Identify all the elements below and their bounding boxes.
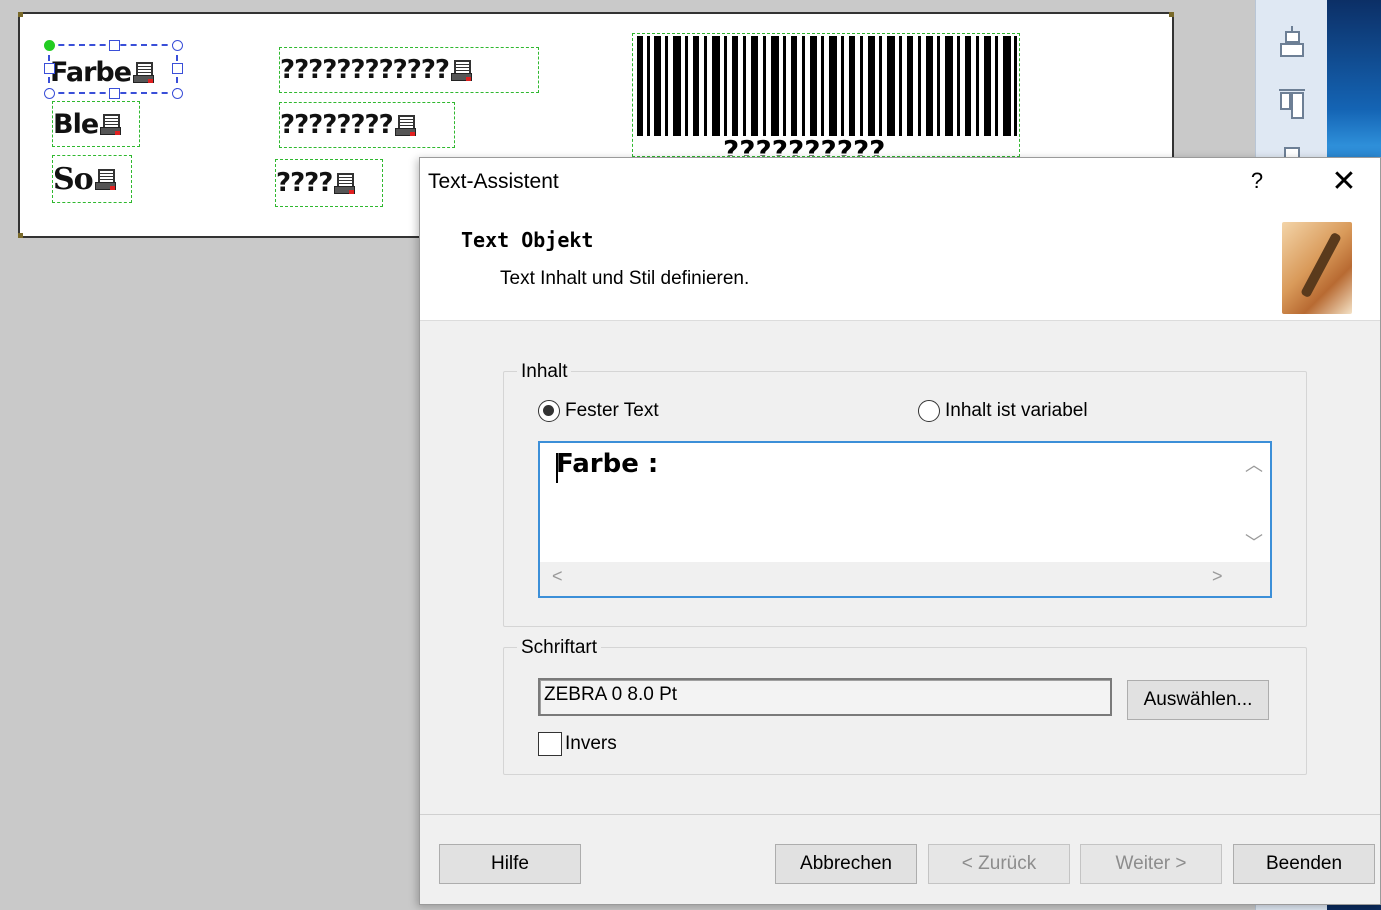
printer-font-icon	[94, 168, 116, 190]
align-left-icon[interactable]	[1279, 88, 1305, 120]
help-button[interactable]: Hilfe	[439, 844, 581, 884]
variable-content-radio-label: Inhalt ist variabel	[945, 400, 1088, 421]
radio-unchecked-icon	[918, 400, 940, 422]
resize-handle-bottom[interactable]	[109, 88, 120, 99]
scroll-down-arrow-icon[interactable]: ﹀	[1245, 529, 1263, 555]
fixed-text-radio-label: Fester Text	[565, 400, 659, 421]
resize-handle-bottom-left[interactable]	[44, 88, 55, 99]
radio-checked-icon	[538, 400, 560, 422]
text-wizard-dialog[interactable]: Text-Assistent ? ✕ Text Objekt Text Inha…	[419, 157, 1381, 905]
resize-handle-left[interactable]	[44, 63, 55, 74]
barcode-object[interactable]: ??????????	[632, 33, 1020, 157]
barcode-bars	[637, 36, 1017, 136]
resize-handle-top-right[interactable]	[172, 40, 183, 51]
printer-font-icon	[450, 59, 472, 81]
text-caret	[556, 453, 558, 483]
dialog-titlebar[interactable]: Text-Assistent ? ✕	[420, 158, 1380, 206]
wizard-illustration	[1282, 222, 1352, 314]
invert-checkbox[interactable]: Invers	[538, 732, 617, 756]
label-text-object-variable-3[interactable]: ????	[275, 159, 383, 207]
printer-font-icon	[334, 172, 356, 194]
scroll-left-arrow-icon[interactable]: <	[552, 566, 563, 587]
label-text-object-ble[interactable]: Ble	[52, 101, 140, 147]
cancel-button[interactable]: Abbrechen	[775, 844, 917, 884]
fixed-text-radio[interactable]: Fester Text	[538, 400, 659, 422]
dialog-title: Text-Assistent	[428, 170, 559, 193]
label-object-text: ????????????	[280, 55, 450, 85]
checkbox-box	[538, 732, 562, 756]
label-text-object-variable-1[interactable]: ????????????	[279, 47, 539, 93]
resize-handle-top[interactable]	[109, 40, 120, 51]
resize-handle-right[interactable]	[172, 63, 183, 74]
horizontal-scrollbar[interactable]: < >	[540, 562, 1270, 596]
label-object-text: ????????	[280, 110, 394, 140]
footer-separator	[420, 814, 1380, 815]
text-content-editor[interactable]: Farbe : ︿ ﹀ < >	[538, 441, 1272, 598]
label-object-text: ????	[276, 168, 333, 198]
rotation-handle[interactable]	[44, 40, 55, 51]
label-text-object-variable-2[interactable]: ????????	[279, 102, 455, 148]
content-group-label: Inhalt	[517, 361, 572, 383]
label-object-text: So	[53, 161, 94, 197]
barcode-human-readable-text: ??????????	[723, 134, 886, 157]
help-icon[interactable]: ?	[1242, 168, 1272, 194]
align-top-icon[interactable]	[1279, 26, 1305, 58]
close-icon[interactable]: ✕	[1326, 164, 1362, 199]
scroll-right-arrow-icon[interactable]: >	[1212, 566, 1223, 587]
label-object-text: Ble	[53, 108, 99, 140]
printer-font-icon	[394, 114, 416, 136]
back-button[interactable]: < Zurück	[928, 844, 1070, 884]
wizard-heading: Text Objekt	[461, 228, 594, 252]
scroll-up-arrow-icon[interactable]: ︿	[1245, 451, 1263, 477]
wizard-subheading: Text Inhalt und Stil definieren.	[500, 268, 750, 289]
label-text-object-so[interactable]: So	[52, 155, 132, 203]
text-content-value: Farbe :	[556, 449, 659, 479]
invert-checkbox-label: Invers	[565, 733, 617, 754]
font-group-label: Schriftart	[517, 637, 602, 659]
select-font-button[interactable]: Auswählen...	[1127, 680, 1269, 720]
selection-frame	[48, 44, 178, 94]
wizard-header: Text Objekt Text Inhalt und Stil definie…	[420, 206, 1380, 321]
vertical-scrollbar[interactable]: ︿ ﹀	[1236, 443, 1270, 563]
finish-button[interactable]: Beenden	[1233, 844, 1375, 884]
canvas-corner-marker	[1169, 12, 1174, 17]
canvas-corner-marker	[18, 12, 23, 17]
variable-content-radio[interactable]: Inhalt ist variabel	[918, 400, 1088, 422]
printer-font-icon	[100, 113, 122, 135]
canvas-corner-marker	[18, 233, 23, 238]
resize-handle-bottom-right[interactable]	[172, 88, 183, 99]
font-display-field[interactable]: ZEBRA 0 8.0 Pt	[538, 678, 1112, 716]
next-button[interactable]: Weiter >	[1080, 844, 1222, 884]
